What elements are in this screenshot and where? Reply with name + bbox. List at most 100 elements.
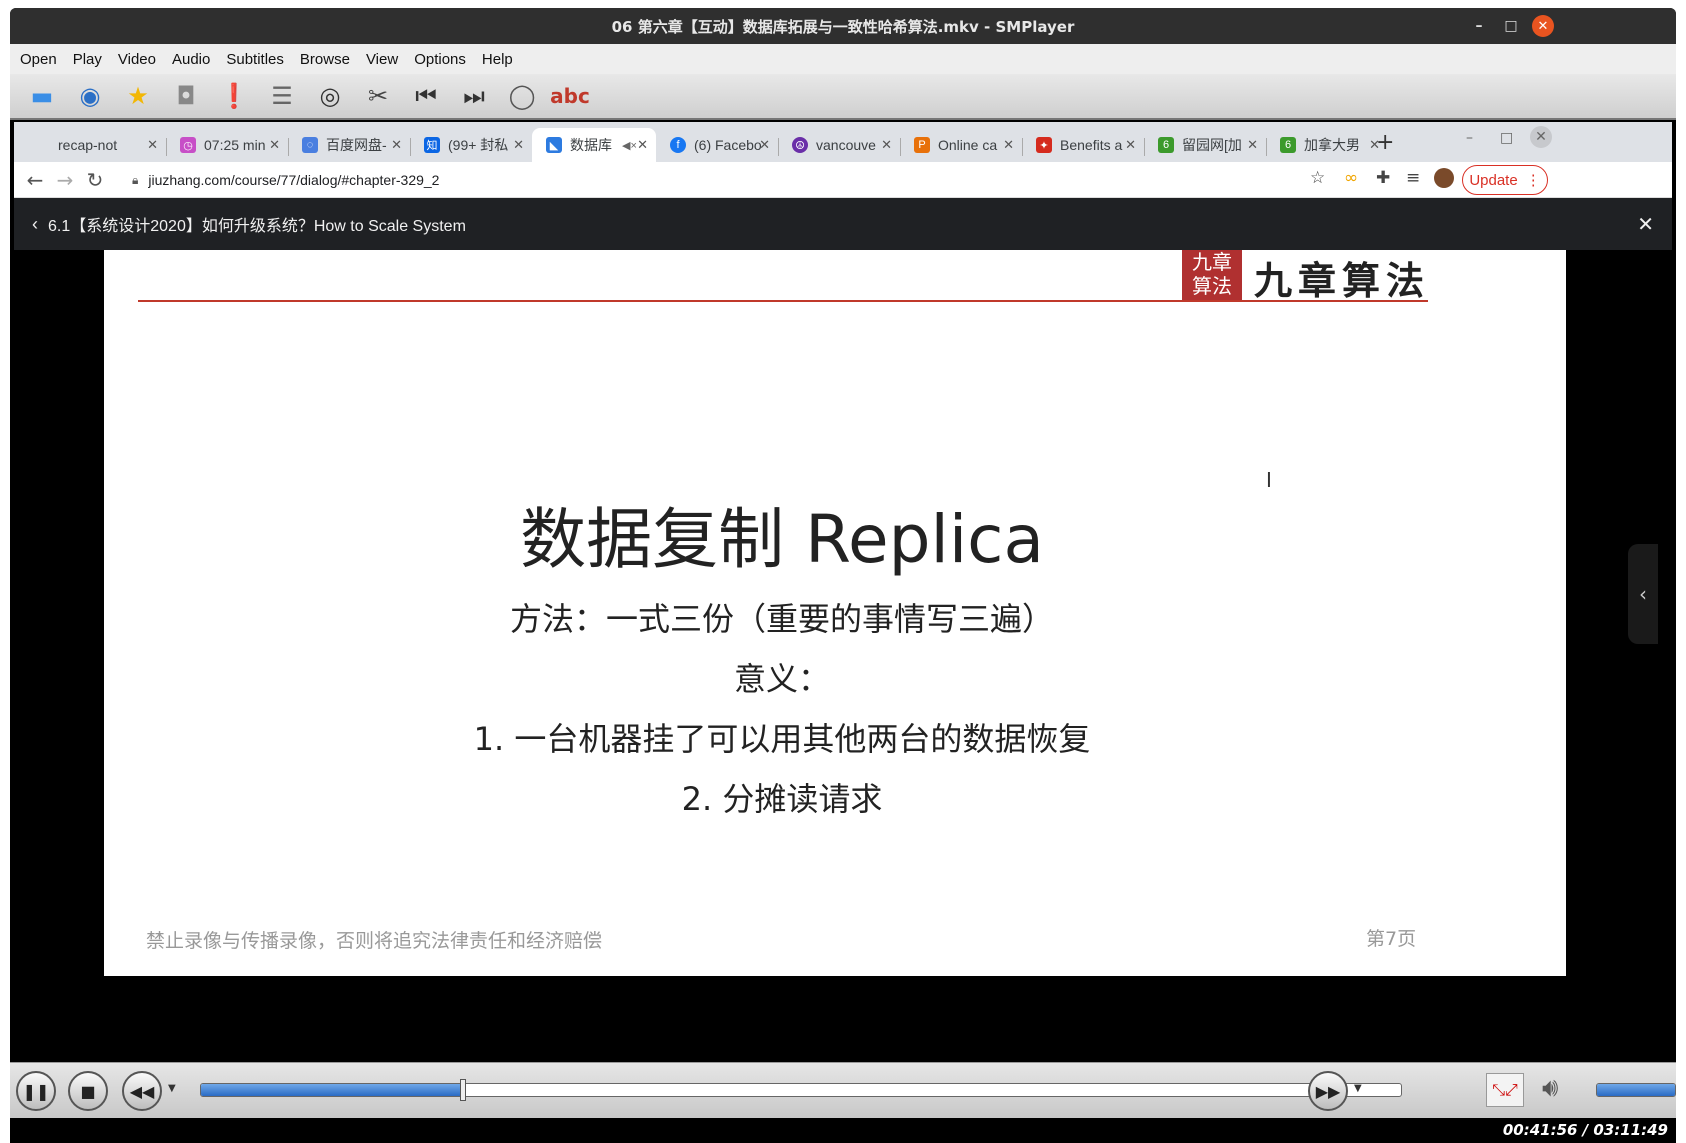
- canada-maple-icon: ✦: [1036, 137, 1052, 153]
- browser-tab[interactable]: ◌ 百度网盘- ✕: [288, 128, 410, 162]
- media-player-icon[interactable]: ◎: [312, 78, 348, 114]
- video-frame-browser: recap-not ✕ ◷ 07:25 min ✕ ◌ 百度网盘- ✕ 知 (99+ 封私 ✕…: [14, 122, 1672, 1102]
- logo-seal: 九章 算法: [1182, 250, 1242, 300]
- globe-icon[interactable]: ◉: [72, 78, 108, 114]
- course-title[interactable]: 6.1【系统设计2020】如何升级系统？How to Scale System: [48, 212, 466, 236]
- rewind-button[interactable]: ◀◀: [122, 1071, 162, 1111]
- close-tab-icon[interactable]: ✕: [391, 137, 402, 153]
- next-icon[interactable]: ⏭: [456, 78, 492, 114]
- window-title: 06 第六章【互动】数据库拓展与一致性哈希算法.mkv - SMPlayer: [611, 17, 1075, 36]
- forward-button[interactable]: ▶▶: [1308, 1071, 1348, 1111]
- info-icon[interactable]: ❗: [216, 78, 252, 114]
- reload-icon[interactable]: ↻: [80, 168, 110, 192]
- menu-video[interactable]: Video: [118, 51, 156, 68]
- browser-tab[interactable]: f (6) Facebo ✕: [656, 128, 778, 162]
- rewind-icon: ◀◀: [129, 1081, 155, 1101]
- site-icon: ☮: [792, 137, 808, 153]
- menu-play[interactable]: Play: [73, 51, 102, 68]
- seek-handle[interactable]: [460, 1079, 467, 1101]
- forward-icon: ▶▶: [1315, 1081, 1341, 1101]
- minimize-button[interactable]: –: [1468, 15, 1490, 37]
- site-icon: P: [914, 137, 930, 153]
- menu-browse[interactable]: Browse: [300, 51, 350, 68]
- browser-tab[interactable]: P Online ca ✕: [900, 128, 1022, 162]
- extension-link-icon[interactable]: ∞: [1344, 168, 1358, 188]
- volume-slider[interactable]: [1596, 1083, 1676, 1097]
- browser-tab[interactable]: 知 (99+ 封私 ✕: [410, 128, 532, 162]
- close-icon[interactable]: ✕: [1637, 212, 1654, 237]
- chevron-left-icon: ‹: [1639, 582, 1647, 606]
- extensions-puzzle-icon[interactable]: ✚: [1376, 168, 1390, 188]
- browser-tab[interactable]: 6 加拿大男 ✕: [1266, 128, 1388, 162]
- browser-minimize-icon[interactable]: –: [1466, 130, 1473, 146]
- close-tab-icon[interactable]: ✕: [147, 137, 158, 153]
- close-tab-icon[interactable]: ✕: [637, 137, 648, 153]
- slide-point-2: 2. 分摊读请求: [681, 780, 883, 818]
- url-field[interactable]: 🔒︎ jiuzhang.com/course/77/dialog/#chapte…: [122, 165, 1322, 195]
- browser-maximize-icon[interactable]: □: [1500, 130, 1513, 146]
- menu-help[interactable]: Help: [482, 51, 513, 68]
- update-button[interactable]: Update ⋮: [1462, 165, 1548, 195]
- browser-tab[interactable]: recap-not ✕: [44, 128, 166, 162]
- playlist-icon[interactable]: ☰: [264, 78, 300, 114]
- video-stage[interactable]: 九章 算法 九章算法 数据复制 Replica 方法：一式三份（重要的事情写三遍）…: [14, 250, 1672, 1102]
- lock-icon: 🔒︎: [132, 172, 139, 187]
- menu-bar: Open Play Video Audio Subtitles Browse V…: [10, 44, 1676, 74]
- close-tab-icon[interactable]: ✕: [1125, 137, 1136, 153]
- seek-bar[interactable]: [200, 1083, 1402, 1097]
- preferences-tools-icon[interactable]: ✂: [360, 78, 396, 114]
- volume-level: [1597, 1084, 1675, 1096]
- screenshot-camera-icon[interactable]: ◘: [168, 78, 204, 114]
- close-tab-icon[interactable]: ✕: [759, 137, 770, 153]
- close-tab-icon[interactable]: ✕: [1003, 137, 1014, 153]
- browser-tab-active[interactable]: ◣ 数据库 ◀× ✕: [532, 128, 656, 162]
- maximize-button[interactable]: □: [1500, 15, 1522, 37]
- browser-tab[interactable]: ✦ Benefits a ✕: [1022, 128, 1144, 162]
- site-icon: 6: [1158, 137, 1174, 153]
- pause-button[interactable]: ❚❚: [16, 1071, 56, 1111]
- stop-icon: ■: [80, 1081, 96, 1101]
- volume-speaker-icon[interactable]: 🔊︎: [1542, 1073, 1558, 1104]
- media-queue-icon[interactable]: ≡: [1406, 168, 1420, 188]
- forward-arrow-icon[interactable]: →: [50, 168, 80, 192]
- close-tab-icon[interactable]: ✕: [881, 137, 892, 153]
- favorites-star-icon[interactable]: ★: [120, 78, 156, 114]
- browser-tab[interactable]: ◷ 07:25 min ✕: [166, 128, 288, 162]
- subtitles-abc-icon[interactable]: abc: [550, 78, 590, 114]
- bookmark-star-icon[interactable]: ☆: [1310, 168, 1325, 188]
- previous-icon[interactable]: ⏮: [408, 78, 444, 114]
- toolbar: ▬ ◉ ★ ◘ ❗ ☰ ◎ ✂ ⏮ ⏭ ◯ abc: [10, 74, 1676, 120]
- slide-footer: 禁止录像与传播录像，否则将追究法律责任和经济赔偿: [146, 930, 603, 952]
- menu-subtitles[interactable]: Subtitles: [226, 51, 284, 68]
- smplayer-window: 06 第六章【互动】数据库拓展与一致性哈希算法.mkv - SMPlayer –…: [10, 8, 1676, 1143]
- divider: [138, 300, 1428, 302]
- close-window-button[interactable]: ✕: [1532, 15, 1554, 37]
- close-tab-icon[interactable]: ✕: [269, 137, 280, 153]
- text-cursor-icon: I: [1266, 468, 1272, 492]
- more-vert-icon: ⋮: [1525, 172, 1541, 189]
- close-tab-icon[interactable]: ✕: [513, 137, 524, 153]
- course-header: ‹ 6.1【系统设计2020】如何升级系统？How to Scale Syste…: [14, 198, 1672, 250]
- browser-tab[interactable]: 6 留园网[加 ✕: [1144, 128, 1266, 162]
- open-folder-icon[interactable]: ▬: [24, 78, 60, 114]
- back-arrow-icon[interactable]: ←: [20, 168, 50, 192]
- side-panel-toggle[interactable]: ‹: [1628, 544, 1658, 644]
- fullscreen-button[interactable]: ⤡⤢: [1486, 1073, 1524, 1107]
- forward-menu-icon[interactable]: ▼: [1354, 1083, 1362, 1094]
- browser-close-icon[interactable]: ✕: [1530, 126, 1552, 148]
- close-tab-icon[interactable]: ✕: [1247, 137, 1258, 153]
- profile-avatar[interactable]: [1434, 168, 1454, 188]
- menu-options[interactable]: Options: [414, 51, 466, 68]
- stop-button[interactable]: ■: [68, 1071, 108, 1111]
- slide-title: 数据复制 Replica: [520, 501, 1044, 578]
- audio-track-icon[interactable]: ◯: [504, 78, 540, 114]
- browser-tab[interactable]: ☮ vancouve ✕: [778, 128, 900, 162]
- seek-progress: [201, 1084, 464, 1096]
- menu-view[interactable]: View: [366, 51, 398, 68]
- menu-open[interactable]: Open: [20, 51, 57, 68]
- menu-audio[interactable]: Audio: [172, 51, 210, 68]
- muted-speaker-icon[interactable]: ◀×: [622, 139, 637, 152]
- rewind-menu-icon[interactable]: ▼: [168, 1083, 176, 1094]
- new-tab-button[interactable]: +: [1376, 130, 1394, 155]
- chevron-left-icon[interactable]: ‹: [32, 214, 38, 235]
